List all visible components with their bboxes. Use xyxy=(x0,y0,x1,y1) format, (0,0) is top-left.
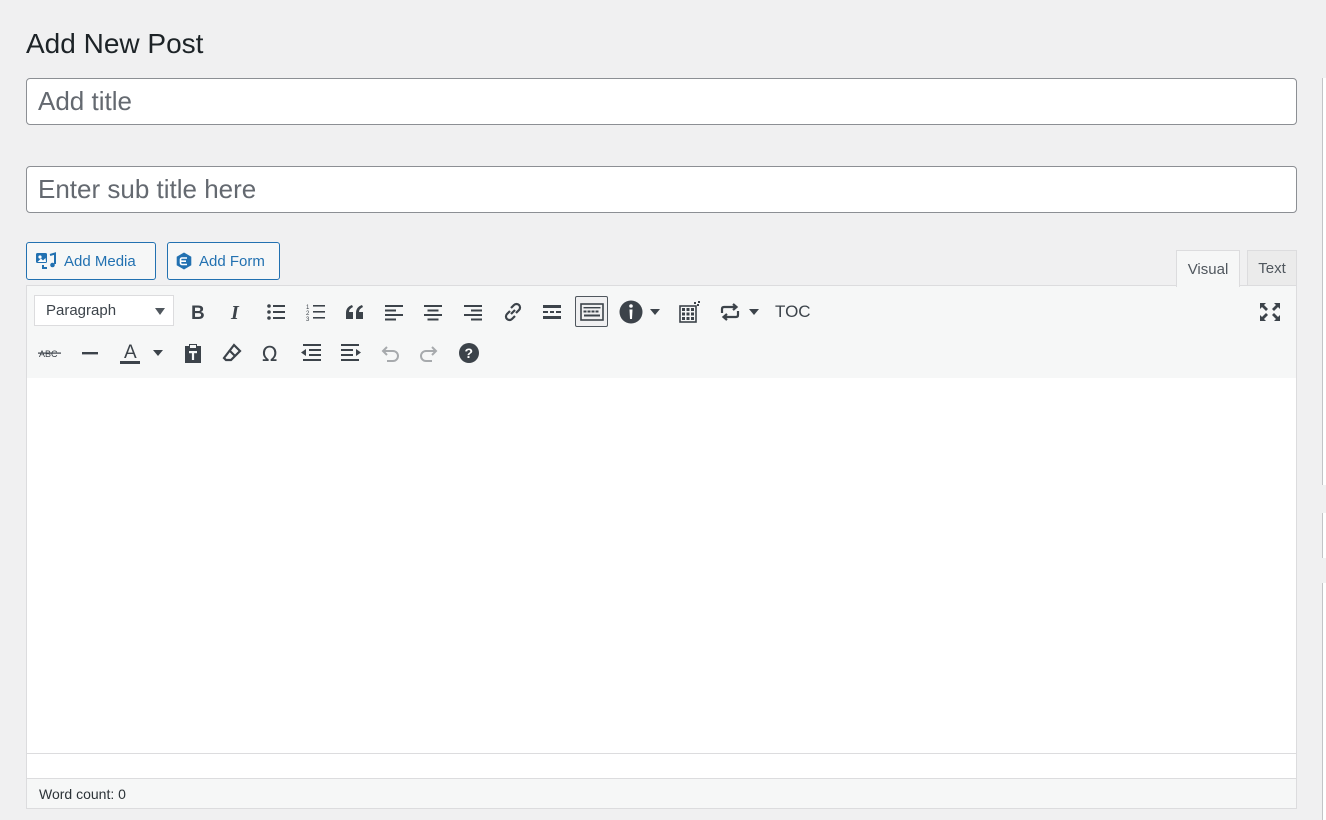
format-select-value: Paragraph xyxy=(46,302,117,319)
help-icon: ? xyxy=(459,343,479,363)
toc-button[interactable]: TOC xyxy=(775,297,811,327)
fullscreen-icon xyxy=(1260,303,1280,321)
special-character-button[interactable]: Ω xyxy=(256,338,286,368)
post-title-input[interactable] xyxy=(26,78,1297,125)
paste-text-icon xyxy=(185,344,201,363)
outdent-button[interactable] xyxy=(296,338,326,368)
insert-link-button[interactable] xyxy=(498,297,528,327)
bold-button[interactable]: B xyxy=(182,297,212,327)
italic-icon: I xyxy=(230,302,240,322)
add-media-label: Add Media xyxy=(64,252,136,270)
sidebar-panel-edge xyxy=(1322,125,1326,485)
redo-icon xyxy=(420,346,438,362)
redo-button[interactable] xyxy=(414,338,444,368)
svg-text:?: ? xyxy=(465,345,474,361)
add-form-button[interactable]: Add Form xyxy=(167,242,280,280)
strikethrough-icon: ABC xyxy=(38,349,61,359)
word-count: Word count: 0 xyxy=(27,778,1296,808)
align-right-button[interactable] xyxy=(458,297,488,327)
text-color-icon: A xyxy=(120,342,140,364)
strikethrough-button[interactable]: ABC xyxy=(35,338,65,368)
align-center-button[interactable] xyxy=(418,297,448,327)
post-subtitle-input[interactable] xyxy=(26,166,1297,213)
help-button[interactable]: ? xyxy=(454,338,484,368)
undo-button[interactable] xyxy=(375,338,405,368)
indent-icon xyxy=(341,344,361,361)
link-icon xyxy=(504,302,522,322)
bulleted-list-icon xyxy=(267,304,285,320)
paste-text-button[interactable] xyxy=(178,338,208,368)
info-icon xyxy=(619,300,643,324)
align-left-icon xyxy=(385,305,403,321)
read-more-button[interactable] xyxy=(537,297,567,327)
toolbar-toggle-button[interactable] xyxy=(575,296,608,327)
format-select[interactable]: Paragraph xyxy=(34,295,174,326)
svg-text:3: 3 xyxy=(306,317,310,322)
svg-text:Ω: Ω xyxy=(262,343,277,363)
chevron-down-icon[interactable] xyxy=(749,309,759,315)
bulleted-list-button[interactable] xyxy=(261,297,291,327)
indent-button[interactable] xyxy=(336,338,366,368)
align-right-icon xyxy=(464,305,482,321)
clear-formatting-button[interactable] xyxy=(217,338,247,368)
tab-text[interactable]: Text xyxy=(1247,250,1297,286)
chevron-down-icon[interactable] xyxy=(153,350,163,356)
read-more-icon xyxy=(543,305,561,319)
blockquote-button[interactable] xyxy=(340,297,370,327)
numbered-list-button[interactable]: 123 xyxy=(301,297,331,327)
bold-icon: B xyxy=(191,303,205,322)
svg-text:B: B xyxy=(191,303,205,322)
svg-text:I: I xyxy=(230,302,240,322)
classic-editor: Paragraph B I 123 TOC ABC A Ω ? Word cou… xyxy=(26,285,1297,809)
media-icon xyxy=(36,252,56,269)
text-color-button[interactable]: A xyxy=(115,338,145,368)
svg-text:ABC: ABC xyxy=(39,349,58,359)
add-form-label: Add Form xyxy=(199,252,265,270)
italic-button[interactable]: I xyxy=(221,297,251,327)
add-media-button[interactable]: Add Media xyxy=(26,242,156,280)
tab-visual[interactable]: Visual xyxy=(1176,250,1240,287)
editor-content-area[interactable] xyxy=(27,378,1296,753)
fullscreen-button[interactable] xyxy=(1255,297,1285,327)
blockquote-icon xyxy=(346,305,363,319)
page-title: Add New Post xyxy=(26,28,204,59)
align-center-icon xyxy=(424,305,442,321)
info-button[interactable] xyxy=(616,297,646,327)
undo-icon xyxy=(381,346,399,362)
loop-button[interactable] xyxy=(715,297,745,327)
sidebar-panel-edge xyxy=(1322,78,1326,125)
form-icon xyxy=(176,252,192,270)
editor-toolbar: Paragraph B I 123 TOC ABC A Ω ? xyxy=(27,286,1296,379)
horizontal-line-icon xyxy=(82,352,98,355)
editor-resize-area xyxy=(27,753,1296,780)
sidebar-panel-edge xyxy=(1322,513,1326,558)
svg-text:A: A xyxy=(124,342,137,363)
toolbar-toggle-icon xyxy=(579,302,604,321)
numbered-list-icon: 123 xyxy=(306,305,325,322)
sidebar-panel-edge xyxy=(1322,583,1326,820)
table-icon xyxy=(679,301,700,323)
table-button[interactable] xyxy=(675,297,705,327)
special-character-icon: Ω xyxy=(262,343,277,363)
horizontal-line-button[interactable] xyxy=(75,338,105,368)
clear-formatting-icon xyxy=(222,343,242,362)
chevron-down-icon xyxy=(155,308,165,315)
loop-icon xyxy=(720,303,740,321)
chevron-down-icon[interactable] xyxy=(650,309,660,315)
outdent-icon xyxy=(301,344,321,361)
align-left-button[interactable] xyxy=(379,297,409,327)
